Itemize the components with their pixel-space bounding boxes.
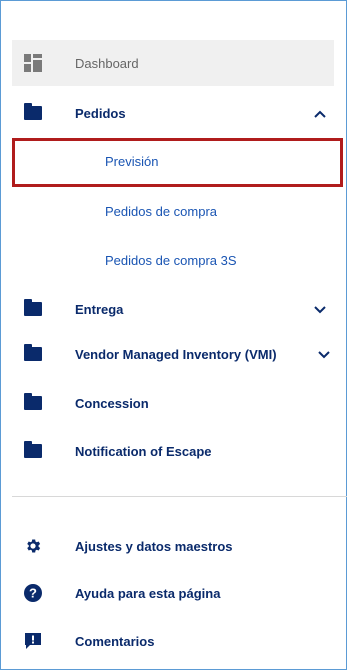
folder-icon bbox=[24, 393, 42, 412]
sidebar-item-label: Entrega bbox=[75, 301, 124, 317]
chevron-down-icon bbox=[314, 302, 326, 317]
sidebar-subitem-label: Pedidos de compra 3S bbox=[105, 252, 237, 268]
sidebar-item-label: Ayuda para esta página bbox=[75, 585, 221, 601]
sidebar-item-label: Notification of Escape bbox=[75, 443, 212, 459]
sidebar-subitem-pedidos-compra[interactable]: Pedidos de compra bbox=[12, 188, 334, 234]
folder-icon bbox=[24, 103, 42, 122]
sidebar-item-notification[interactable]: Notification of Escape bbox=[12, 428, 334, 474]
sidebar-item-vmi[interactable]: Vendor Managed Inventory (VMI) bbox=[12, 331, 334, 377]
sidebar-item-help[interactable]: ? Ayuda para esta página bbox=[12, 570, 334, 616]
sidebar-item-settings[interactable]: Ajustes y datos maestros bbox=[12, 523, 334, 569]
sidebar-item-label: Concession bbox=[75, 395, 149, 411]
folder-icon bbox=[24, 344, 42, 363]
sidebar-item-label: Vendor Managed Inventory (VMI) bbox=[75, 346, 277, 362]
folder-icon bbox=[24, 441, 42, 460]
divider bbox=[12, 496, 347, 497]
sidebar-item-entrega[interactable]: Entrega bbox=[12, 286, 334, 332]
sidebar-item-label: Dashboard bbox=[75, 55, 139, 71]
sidebar-item-concession[interactable]: Concession bbox=[12, 380, 334, 426]
chevron-up-icon bbox=[314, 106, 326, 121]
sidebar-subitem-pedidos-compra-3s[interactable]: Pedidos de compra 3S bbox=[12, 237, 334, 283]
sidebar-item-comments[interactable]: Comentarios bbox=[12, 618, 334, 664]
sidebar-item-dashboard[interactable]: Dashboard bbox=[12, 40, 334, 86]
sidebar-item-pedidos[interactable]: Pedidos bbox=[12, 90, 334, 136]
sidebar-item-label: Comentarios bbox=[75, 633, 155, 649]
help-icon: ? bbox=[24, 584, 42, 602]
comment-icon bbox=[24, 632, 42, 650]
sidebar-item-label: Ajustes y datos maestros bbox=[75, 538, 233, 554]
selection-highlight bbox=[12, 138, 343, 187]
sidebar-item-label: Pedidos bbox=[75, 105, 126, 121]
gear-icon bbox=[24, 537, 42, 555]
chevron-down-icon bbox=[318, 347, 330, 362]
dashboard-icon bbox=[24, 54, 42, 72]
svg-text:?: ? bbox=[29, 586, 37, 601]
sidebar-subitem-label: Pedidos de compra bbox=[105, 203, 218, 219]
folder-icon bbox=[24, 299, 42, 318]
